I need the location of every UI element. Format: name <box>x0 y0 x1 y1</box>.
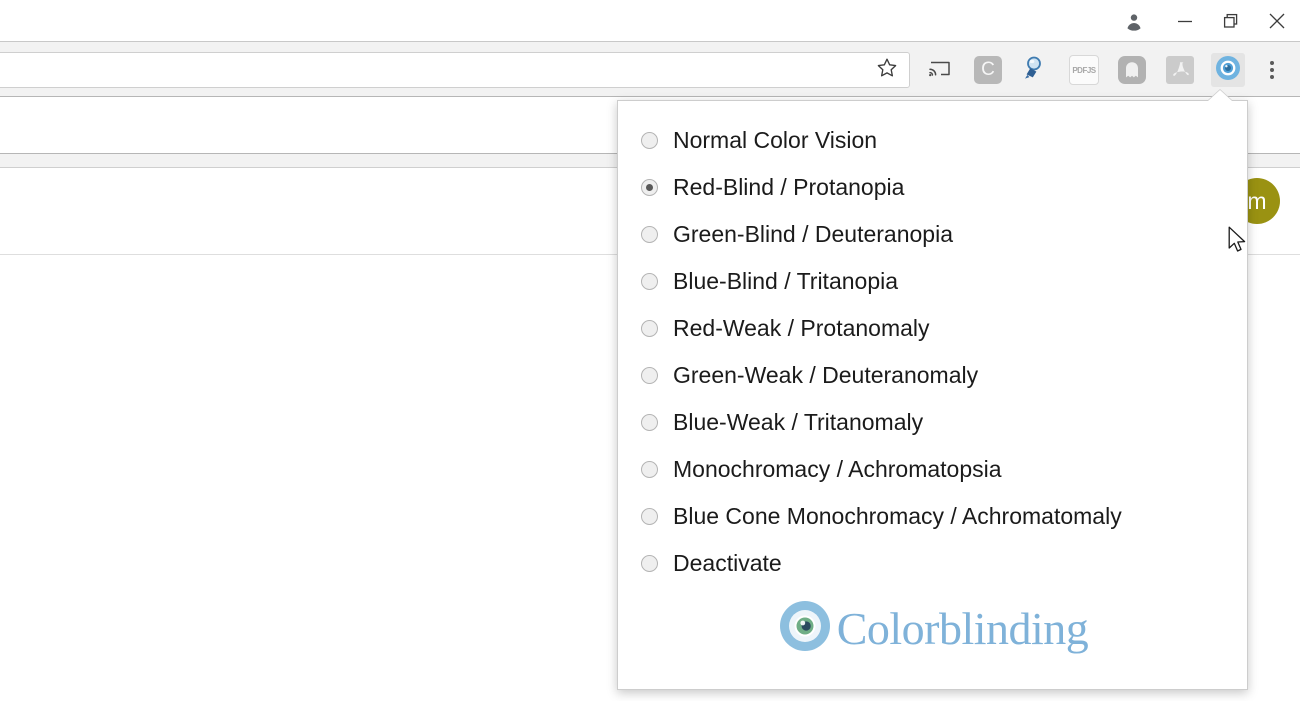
eye-extension-icon <box>1214 54 1242 87</box>
vision-option-label: Green-Weak / Deuteranomaly <box>673 362 979 388</box>
person-icon <box>1123 10 1145 32</box>
radio-icon[interactable] <box>641 414 658 431</box>
vision-option-normal-color-vision[interactable]: Normal Color Vision <box>618 117 1247 164</box>
kebab-dot-2 <box>1270 68 1274 72</box>
vision-option-green-weak-deuteranomaly[interactable]: Green-Weak / Deuteranomaly <box>618 352 1247 399</box>
brand-footer: Colorblinding <box>618 598 1247 659</box>
browser-menu-button[interactable] <box>1252 51 1292 89</box>
vision-option-red-weak-protanomaly[interactable]: Red-Weak / Protanomaly <box>618 305 1247 352</box>
kebab-dot-3 <box>1270 75 1274 79</box>
browser-toolbar: C PDFJS <box>0 41 1300 97</box>
pdfjs-extension-icon: PDFJS <box>1069 55 1099 85</box>
acrobat-icon <box>1166 56 1194 84</box>
restore-icon <box>1222 12 1240 30</box>
popup-arrow <box>1208 90 1232 101</box>
vision-option-monochromacy-achromatopsia[interactable]: Monochromacy / Achromatopsia <box>618 446 1247 493</box>
radio-icon[interactable] <box>641 555 658 572</box>
radio-icon[interactable] <box>641 320 658 337</box>
vision-option-label: Normal Color Vision <box>673 127 878 153</box>
radio-icon[interactable] <box>641 226 658 243</box>
eye-logo-icon <box>777 598 833 659</box>
vision-option-label: Red-Weak / Protanomaly <box>673 315 930 341</box>
vision-option-blue-cone-monochromacy-achromatomaly[interactable]: Blue Cone Monochromacy / Achromatomaly <box>618 493 1247 540</box>
vision-option-label: Green-Blind / Deuteranopia <box>673 221 953 247</box>
radio-icon-selected[interactable] <box>641 179 658 196</box>
colorblinding-popup: Normal Color Vision Red-Blind / Protanop… <box>617 100 1248 690</box>
toolbar-action-icons: C PDFJS <box>916 51 1292 89</box>
minimize-icon <box>1176 12 1194 30</box>
vision-option-label: Blue-Blind / Tritanopia <box>673 268 899 294</box>
close-button[interactable] <box>1254 0 1300 41</box>
browser-window: C PDFJS m Normal Color Vision Red-Blind … <box>0 0 1300 701</box>
radio-icon[interactable] <box>641 461 658 478</box>
c-extension-button[interactable]: C <box>964 51 1012 89</box>
radio-icon[interactable] <box>641 273 658 290</box>
cast-icon <box>927 55 953 86</box>
acrobat-extension-button[interactable] <box>1156 51 1204 89</box>
c-extension-icon: C <box>974 56 1002 84</box>
ghostery-extension-button[interactable] <box>1108 51 1156 89</box>
vision-option-label: Blue-Weak / Tritanomaly <box>673 409 924 435</box>
title-bar <box>0 0 1300 41</box>
close-icon <box>1267 11 1287 31</box>
kebab-dot-1 <box>1270 61 1274 65</box>
cast-button[interactable] <box>916 51 964 89</box>
radio-icon[interactable] <box>641 367 658 384</box>
magnifier-extension-button[interactable] <box>1012 51 1060 89</box>
radio-icon[interactable] <box>641 508 658 525</box>
brand-name: Colorblinding <box>836 602 1089 654</box>
colorblinding-extension-button[interactable] <box>1204 51 1252 89</box>
vision-option-green-blind-deuteranopia[interactable]: Green-Blind / Deuteranopia <box>618 211 1247 258</box>
window-controls <box>1106 0 1300 41</box>
ghost-icon <box>1118 56 1146 84</box>
vision-option-red-blind-protanopia[interactable]: Red-Blind / Protanopia <box>618 164 1247 211</box>
vision-option-label: Monochromacy / Achromatopsia <box>673 456 1002 482</box>
vision-option-label: Blue Cone Monochromacy / Achromatomaly <box>673 503 1122 529</box>
magnifier-icon <box>1022 54 1050 87</box>
vision-option-deactivate[interactable]: Deactivate <box>618 540 1247 587</box>
vision-option-blue-weak-tritanomaly[interactable]: Blue-Weak / Tritanomaly <box>618 399 1247 446</box>
pdfjs-extension-button[interactable]: PDFJS <box>1060 51 1108 89</box>
avatar-initial: m <box>1247 187 1267 214</box>
vision-option-label: Deactivate <box>673 550 782 576</box>
bookmark-star-button[interactable] <box>869 53 905 87</box>
address-bar[interactable] <box>0 52 910 88</box>
vision-option-label: Red-Blind / Protanopia <box>673 174 905 200</box>
vision-option-blue-blind-tritanopia[interactable]: Blue-Blind / Tritanopia <box>618 258 1247 305</box>
star-icon <box>875 56 899 85</box>
radio-icon[interactable] <box>641 132 658 149</box>
minimize-button[interactable] <box>1162 0 1208 41</box>
vision-mode-list: Normal Color Vision Red-Blind / Protanop… <box>618 117 1247 587</box>
profile-avatar-button[interactable] <box>1106 0 1162 41</box>
restore-button[interactable] <box>1208 0 1254 41</box>
